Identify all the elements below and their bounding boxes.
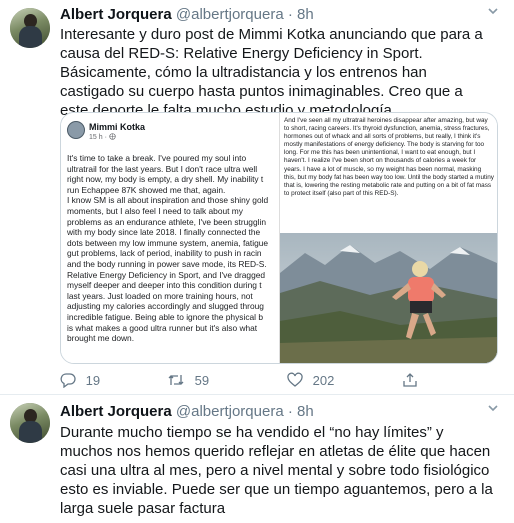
tweet-header: Albert Jorquera @albertjorquera · 8h [60, 6, 314, 23]
tweet[interactable]: Albert Jorquera @albertjorquera · 8h Int… [0, 0, 514, 395]
avatar[interactable] [10, 403, 50, 443]
embedded-time-text: 15 h · [89, 134, 109, 141]
retweet-button[interactable]: 59 [167, 372, 209, 388]
reply-button[interactable]: 19 [60, 372, 101, 389]
share-icon [403, 373, 417, 387]
reply-count: 19 [85, 373, 101, 388]
embedded-time: 15 h · [89, 133, 116, 141]
retweet-count: 59 [194, 373, 210, 388]
embedded-avatar [67, 121, 85, 139]
timestamp[interactable]: 8h [297, 403, 314, 420]
embedded-post-body: It's time to take a break. I've poured m… [67, 153, 269, 344]
tweet-header: Albert Jorquera @albertjorquera · 8h [60, 403, 314, 420]
embedded-post-continuation: And I've seen all my ultratrail heroines… [280, 113, 497, 233]
embedded-author: Mimmi Kotka [89, 122, 146, 132]
runner-photo [280, 233, 497, 363]
separator-dot: · [287, 6, 293, 23]
tweet[interactable]: Albert Jorquera @albertjorquera · 8h Dur… [0, 395, 514, 523]
chevron-down-icon[interactable] [486, 4, 500, 21]
author-handle[interactable]: @albertjorquera [176, 6, 284, 23]
embedded-post-continuation-text: And I've seen all my ultratrail heroines… [284, 117, 494, 197]
avatar[interactable] [10, 8, 50, 48]
timestamp[interactable]: 8h [297, 6, 314, 23]
tweet-text: Durante mucho tiempo se ha vendido el “n… [60, 424, 493, 517]
globe-icon [109, 133, 116, 140]
separator-dot: · [287, 403, 293, 420]
embedded-post: Mimmi Kotka 15 h · It's time to take a b… [61, 113, 280, 363]
like-button[interactable]: 202 [287, 372, 334, 388]
author-name[interactable]: Albert Jorquera [60, 6, 172, 23]
like-icon [287, 372, 303, 387]
share-button[interactable] [402, 372, 418, 388]
tweet-media[interactable]: Mimmi Kotka 15 h · It's time to take a b… [60, 112, 498, 364]
author-handle[interactable]: @albertjorquera [176, 403, 284, 420]
tweet-text: Interesante y duro post de Mimmi Kotka a… [60, 26, 483, 119]
chevron-down-icon[interactable] [486, 401, 500, 418]
reply-icon [60, 373, 76, 389]
retweet-icon [168, 375, 184, 385]
author-name[interactable]: Albert Jorquera [60, 403, 172, 420]
like-count: 202 [312, 373, 335, 388]
